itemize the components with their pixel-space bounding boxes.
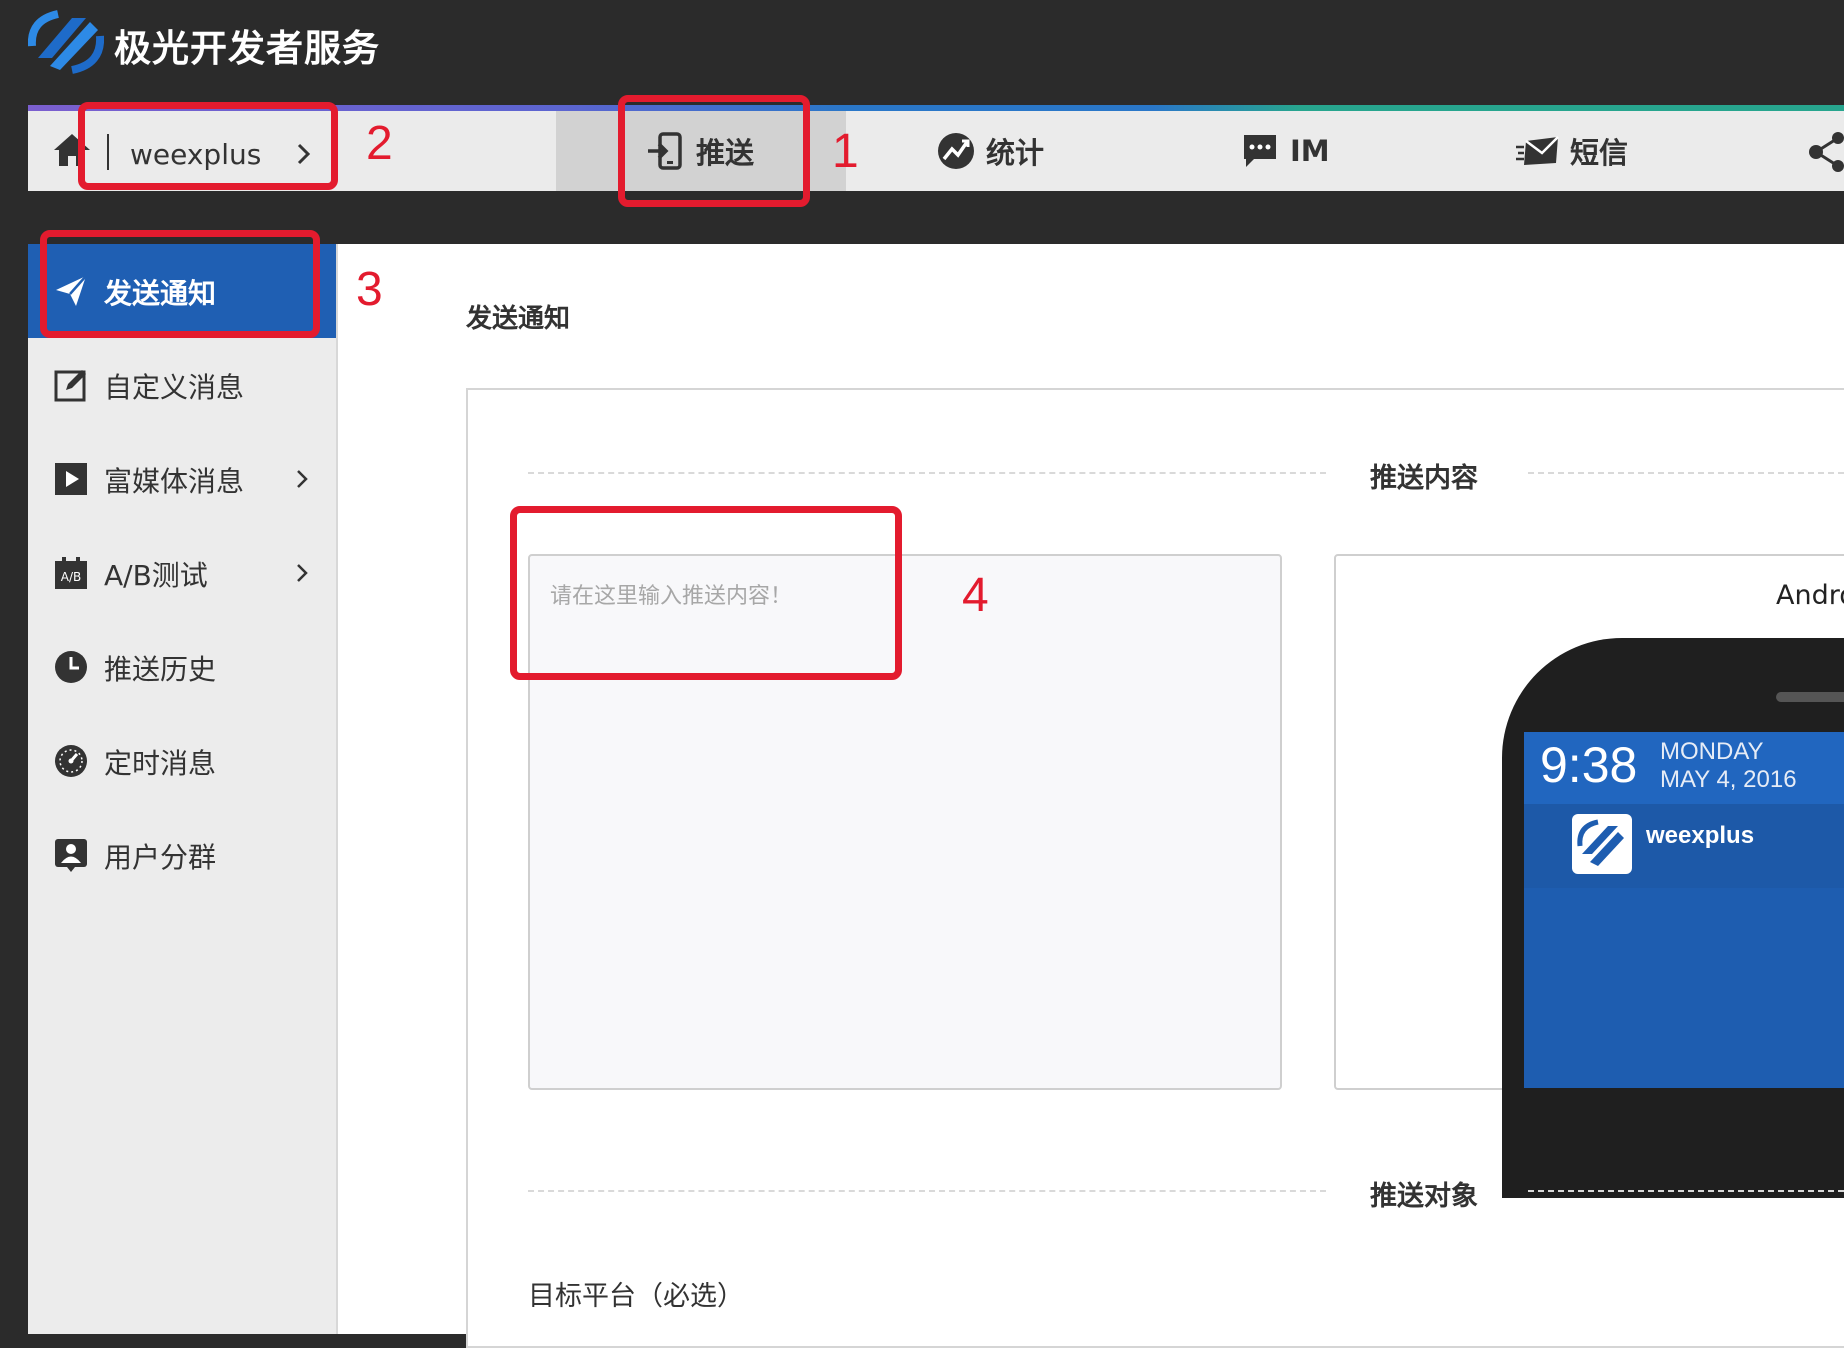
jiguang-logo-icon[interactable] <box>27 8 105 74</box>
chevron-right-icon <box>297 470 308 488</box>
tab-label: 短信 <box>1570 136 1629 170</box>
tab-sms[interactable]: 短信 <box>1516 111 1628 191</box>
page-title: 发送通知 <box>466 304 571 334</box>
section-divider-right <box>1528 1190 1844 1192</box>
tab-stats[interactable]: 统计 <box>936 111 1044 191</box>
section-divider-left <box>528 1190 1326 1192</box>
ab-icon: A/B <box>55 557 87 589</box>
callout-box-3 <box>40 230 320 338</box>
phone-speaker <box>1776 692 1844 702</box>
sms-icon <box>1516 136 1559 165</box>
play-icon <box>55 463 87 495</box>
callout-number-3: 3 <box>356 263 383 316</box>
sidebar-item-user-segments[interactable]: 用户分群 <box>28 808 336 902</box>
clock-icon <box>55 651 87 683</box>
chevron-right-icon <box>297 564 308 582</box>
callout-box-1 <box>618 95 810 207</box>
callout-number-4: 4 <box>962 569 989 622</box>
callout-box-2 <box>78 102 338 190</box>
sidebar-item-label: 富媒体消息 <box>104 465 245 498</box>
edit-icon <box>54 370 86 402</box>
notification-app-name: weexplus <box>1646 822 1755 849</box>
sidebar-item-label: 推送历史 <box>104 653 217 686</box>
lockscreen-day: MONDAY <box>1660 738 1764 765</box>
sidebar-item-scheduled-message[interactable]: 定时消息 <box>28 714 336 808</box>
target-platform-label: 目标平台（必选） <box>528 1281 744 1312</box>
section-divider-right <box>1528 472 1844 474</box>
user-group-icon <box>55 839 87 872</box>
app-logo-icon <box>1572 814 1632 874</box>
section-divider-left <box>528 472 1326 474</box>
ab-icon-text: A/B <box>61 570 81 584</box>
sidebar-item-rich-media[interactable]: 富媒体消息 <box>28 432 336 526</box>
lockscreen-time: 9:38 <box>1540 737 1638 793</box>
brand-title: 极光开发者服务 <box>114 27 380 70</box>
sidebar-item-label: 用户分群 <box>104 841 217 874</box>
section-title-content: 推送内容 <box>1370 463 1478 494</box>
tab-label: IM <box>1290 134 1330 168</box>
tab-im[interactable]: IM <box>1240 111 1330 191</box>
callout-number-1: 1 <box>832 125 859 178</box>
share-icon[interactable] <box>1808 130 1844 174</box>
sidebar-item-push-history[interactable]: 推送历史 <box>28 620 336 714</box>
callout-box-4 <box>510 506 902 680</box>
sidebar: 发送通知 自定义消息 富媒体消息 A/B A/B测试 推送历史 定时消息 用户分… <box>28 244 338 1334</box>
callout-number-2: 2 <box>366 117 393 170</box>
section-title-target: 推送对象 <box>1370 1181 1478 1212</box>
sidebar-item-label: 定时消息 <box>104 747 217 780</box>
chat-icon <box>1244 135 1276 167</box>
sidebar-item-ab-test[interactable]: A/B A/B测试 <box>28 526 336 620</box>
sidebar-item-custom-message[interactable]: 自定义消息 <box>28 338 336 432</box>
sidebar-item-label: A/B测试 <box>104 559 208 592</box>
tab-label: 统计 <box>986 136 1045 170</box>
sidebar-item-label: 自定义消息 <box>104 371 245 404</box>
lockscreen-date: MAY 4, 2016 <box>1660 766 1797 793</box>
stats-icon <box>938 133 974 169</box>
timer-icon <box>55 745 87 777</box>
preview-platform-label: Andro <box>1776 580 1844 611</box>
